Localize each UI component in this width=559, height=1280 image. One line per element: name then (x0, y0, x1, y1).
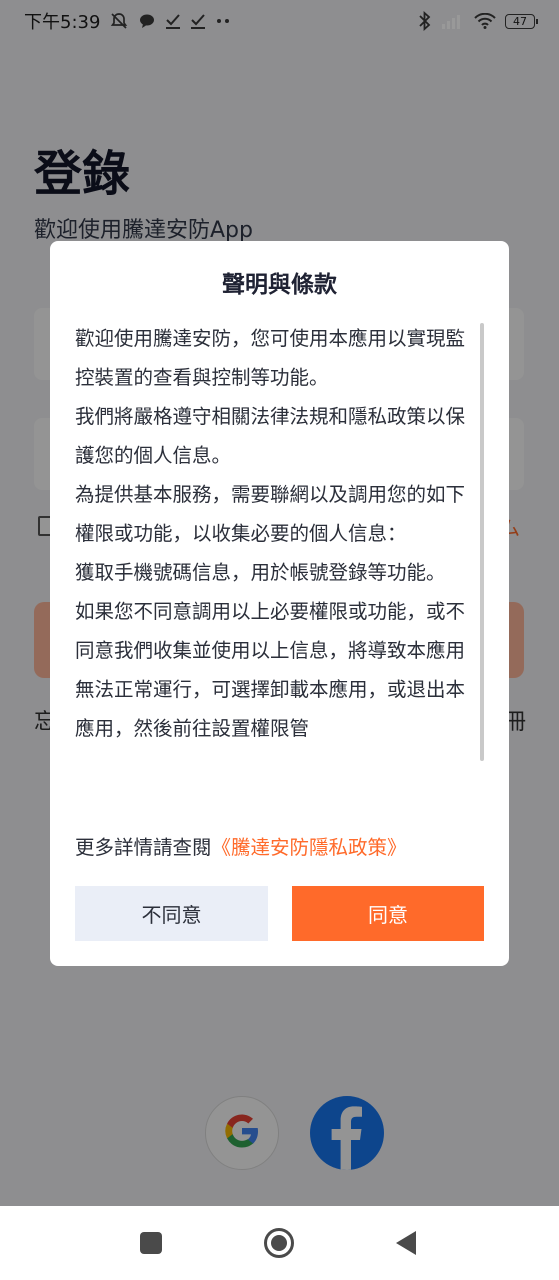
chat-bubble-icon (138, 12, 156, 30)
more-dots-icon (215, 17, 231, 25)
dialog-scrollbar[interactable] (480, 323, 484, 761)
home-icon[interactable] (263, 1227, 295, 1259)
back-icon[interactable] (394, 1230, 418, 1256)
check-icon (190, 13, 206, 29)
status-bar-right: 47 (418, 11, 538, 31)
battery-icon: 47 (505, 13, 538, 29)
dialog-body[interactable]: 歡迎使用騰達安防，您可使用本應用以實現監控裝置的查看與控制等功能。 我們將嚴格遵… (75, 319, 473, 805)
privacy-policy-link[interactable]: 《騰達安防隱私政策》 (212, 836, 407, 859)
mute-bell-icon (109, 11, 129, 31)
status-bar-left: 下午5:39 (24, 8, 231, 34)
bluetooth-icon (418, 11, 432, 31)
dialog-paragraph: 如果您不同意調用以上必要權限或功能，或不同意我們收集並使用以上信息，將導致本應用… (75, 600, 466, 740)
dialog-title: 聲明與條款 (222, 272, 337, 298)
dialog-paragraph: 獲取手機號碼信息，用於帳號登錄等功能。 (75, 561, 446, 584)
dialog-paragraph: 歡迎使用騰達安防，您可使用本應用以實現監控裝置的查看與控制等功能。 (75, 327, 466, 389)
disagree-button[interactable]: 不同意 (75, 886, 268, 941)
more-details: 更多詳情請查閱《騰達安防隱私政策》 (75, 831, 407, 860)
more-details-prefix: 更多詳情請查閱 (75, 836, 212, 859)
dialog-paragraph: 為提供基本服務，需要聯網以及調用您的如下權限或功能，以收集必要的個人信息： (75, 483, 466, 545)
check-icon (165, 13, 181, 29)
dialog-paragraph: 我們將嚴格遵守相關法律法規和隱私政策以保護您的個人信息。 (75, 405, 466, 467)
terms-dialog: 聲明與條款 歡迎使用騰達安防，您可使用本應用以實現監控裝置的查看與控制等功能。 … (50, 241, 509, 966)
status-bar: 下午5:39 47 (0, 0, 559, 42)
status-time: 下午5:39 (24, 12, 101, 33)
recent-apps-icon[interactable] (139, 1231, 163, 1255)
signal-icon (441, 13, 465, 29)
navigation-bar (0, 1206, 559, 1280)
wifi-icon (474, 13, 496, 29)
battery-level: 47 (513, 14, 527, 28)
agree-button[interactable]: 同意 (292, 886, 484, 941)
